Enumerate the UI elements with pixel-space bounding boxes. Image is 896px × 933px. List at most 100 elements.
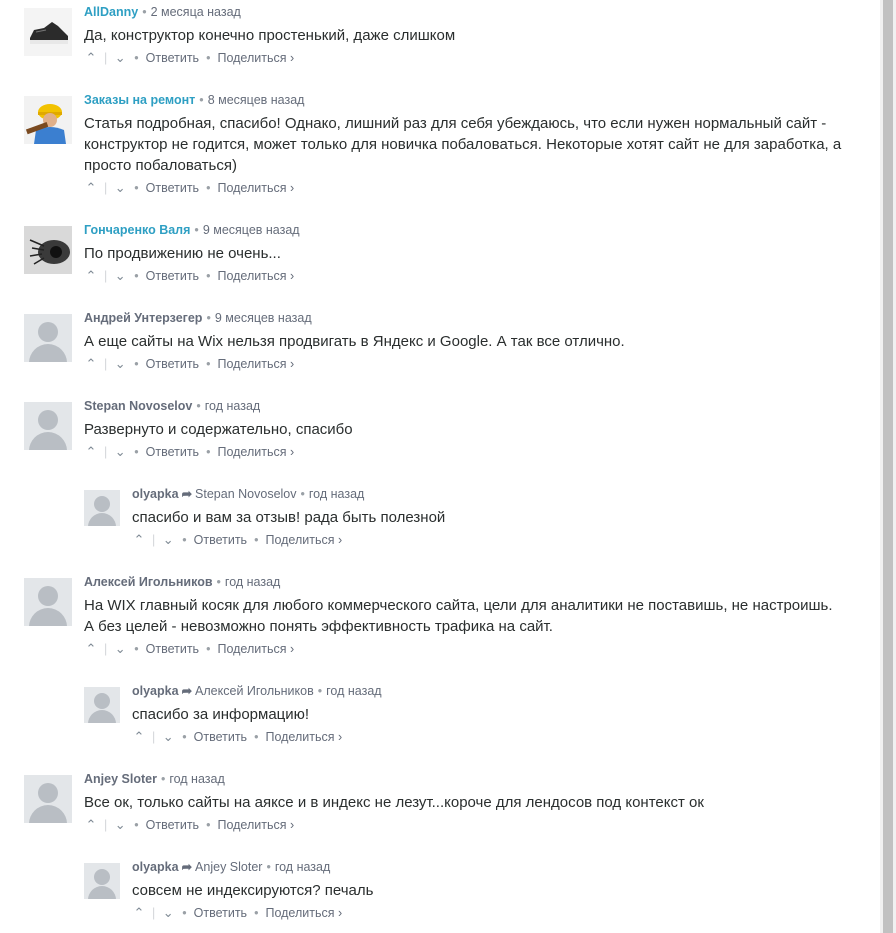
reply-button[interactable]: Ответить [146, 356, 199, 372]
comment-author[interactable]: Гончаренко Валя [84, 223, 190, 237]
reply-to-author[interactable]: Алексей Игольников [195, 684, 314, 698]
reply-button[interactable]: Ответить [194, 729, 247, 745]
downvote-icon[interactable]: ⌄ [113, 268, 127, 284]
avatar[interactable] [24, 775, 72, 823]
comment-text: совсем не индексируются? печаль [132, 882, 374, 899]
comment-author[interactable]: Stepan Novoselov [84, 399, 192, 413]
footer-bullet: • [206, 642, 211, 656]
comment-author[interactable]: Заказы на ремонт [84, 93, 195, 107]
upvote-icon[interactable]: ⌃ [132, 729, 146, 745]
share-button[interactable]: Поделиться › [265, 905, 342, 921]
share-button[interactable]: Поделиться › [217, 356, 294, 372]
comment-time[interactable]: год назад [225, 575, 280, 589]
comment-meta: olyapka ➦ Алексей Игольников • год назад [132, 683, 892, 699]
meta-dot: • [216, 575, 221, 589]
meta-dot: • [196, 399, 201, 413]
avatar[interactable] [84, 863, 120, 899]
reply-button[interactable]: Ответить [146, 817, 199, 833]
reply-button[interactable]: Ответить [146, 50, 199, 66]
upvote-icon[interactable]: ⌃ [132, 532, 146, 548]
comment-author[interactable]: olyapka [132, 684, 179, 698]
share-button[interactable]: Поделиться › [217, 817, 294, 833]
upvote-icon[interactable]: ⌃ [84, 268, 98, 284]
scrollbar-thumb[interactable] [883, 0, 893, 933]
avatar[interactable] [24, 226, 72, 274]
vote-separator: | [152, 906, 156, 920]
upvote-icon[interactable]: ⌃ [132, 905, 146, 921]
comment-author[interactable]: olyapka [132, 487, 179, 501]
upvote-icon[interactable]: ⌃ [84, 356, 98, 372]
avatar[interactable] [84, 687, 120, 723]
share-button[interactable]: Поделиться › [265, 532, 342, 548]
upvote-icon[interactable]: ⌃ [84, 50, 98, 66]
meta-dot: • [266, 860, 271, 874]
comment-time[interactable]: 9 месяцев назад [215, 311, 312, 325]
reply-button[interactable]: Ответить [146, 641, 199, 657]
comment-text: Все ок, только сайты на аяксе и в индекс… [84, 794, 704, 811]
vote-separator: | [104, 818, 108, 832]
upvote-icon[interactable]: ⌃ [84, 180, 98, 196]
footer-bullet: • [134, 357, 139, 371]
downvote-icon[interactable]: ⌄ [161, 532, 175, 548]
downvote-icon[interactable]: ⌄ [161, 729, 175, 745]
downvote-icon[interactable]: ⌄ [113, 641, 127, 657]
comment-time[interactable]: год назад [169, 772, 224, 786]
reply-button[interactable]: Ответить [146, 180, 199, 196]
upvote-icon[interactable]: ⌃ [84, 641, 98, 657]
downvote-icon[interactable]: ⌄ [113, 817, 127, 833]
comment-time[interactable]: 8 месяцев назад [208, 93, 305, 107]
downvote-icon[interactable]: ⌄ [113, 356, 127, 372]
comment-footer: ⌃ | ⌄ • Ответить • Поделиться › [84, 50, 844, 66]
comment-author[interactable]: Андрей Унтерзегер [84, 311, 202, 325]
share-button[interactable]: Поделиться › [217, 444, 294, 460]
scrollbar[interactable] [880, 0, 896, 933]
reply-button[interactable]: Ответить [194, 532, 247, 548]
avatar[interactable] [24, 96, 72, 144]
avatar[interactable] [24, 8, 72, 56]
comment-meta: Заказы на ремонт • 8 месяцев назад [84, 92, 844, 108]
comment-author[interactable]: Алексей Игольников [84, 575, 213, 589]
comment-time[interactable]: 9 месяцев назад [203, 223, 300, 237]
share-button[interactable]: Поделиться › [217, 180, 294, 196]
comment-text: А еще сайты на Wix нельзя продвигать в Я… [84, 333, 625, 350]
downvote-icon[interactable]: ⌄ [161, 905, 175, 921]
share-button[interactable]: Поделиться › [265, 729, 342, 745]
comment-time[interactable]: год назад [309, 487, 364, 501]
avatar[interactable] [24, 402, 72, 450]
share-button[interactable]: Поделиться › [217, 641, 294, 657]
default-avatar-icon [24, 402, 72, 450]
comment-author[interactable]: AllDanny [84, 5, 138, 19]
reply-to-author[interactable]: Anjey Sloter [195, 860, 262, 874]
downvote-icon[interactable]: ⌄ [113, 50, 127, 66]
comment-text: Статья подробная, спасибо! Однако, лишни… [84, 115, 842, 174]
reply-button[interactable]: Ответить [146, 444, 199, 460]
footer-bullet: • [254, 730, 259, 744]
reply-button[interactable]: Ответить [194, 905, 247, 921]
upvote-icon[interactable]: ⌃ [84, 444, 98, 460]
avatar[interactable] [84, 490, 120, 526]
reply-button[interactable]: Ответить [146, 268, 199, 284]
downvote-icon[interactable]: ⌄ [113, 444, 127, 460]
comment-author[interactable]: Anjey Sloter [84, 772, 157, 786]
comment-time[interactable]: год назад [326, 684, 381, 698]
comment-time[interactable]: год назад [205, 399, 260, 413]
comment-time[interactable]: год назад [275, 860, 330, 874]
footer-bullet: • [134, 181, 139, 195]
avatar[interactable] [24, 578, 72, 626]
comment-footer: ⌃ | ⌄ • Ответить • Поделиться › [84, 356, 844, 372]
share-button[interactable]: Поделиться › [217, 50, 294, 66]
comment-meta: olyapka ➦ Stepan Novoselov • год назад [132, 486, 892, 502]
comment-body: Андрей Унтерзегер • 9 месяцев назад А еще с… [84, 310, 844, 372]
reply-to-author[interactable]: Stepan Novoselov [195, 487, 296, 501]
comment-body: Заказы на ремонт • 8 месяцев назад Статья п… [84, 92, 844, 196]
share-button[interactable]: Поделиться › [217, 268, 294, 284]
comment-text: Развернуто и содержательно, спасибо [84, 421, 353, 438]
comment-author[interactable]: olyapka [132, 860, 179, 874]
comment-time[interactable]: 2 месяца назад [151, 5, 241, 19]
avatar[interactable] [24, 314, 72, 362]
upvote-icon[interactable]: ⌃ [84, 817, 98, 833]
reply-arrow-icon: ➦ [181, 860, 193, 874]
default-avatar-icon [24, 578, 72, 626]
downvote-icon[interactable]: ⌄ [113, 180, 127, 196]
comment-body: olyapka ➦ Алексей Игольников • год назад спас… [132, 683, 892, 745]
